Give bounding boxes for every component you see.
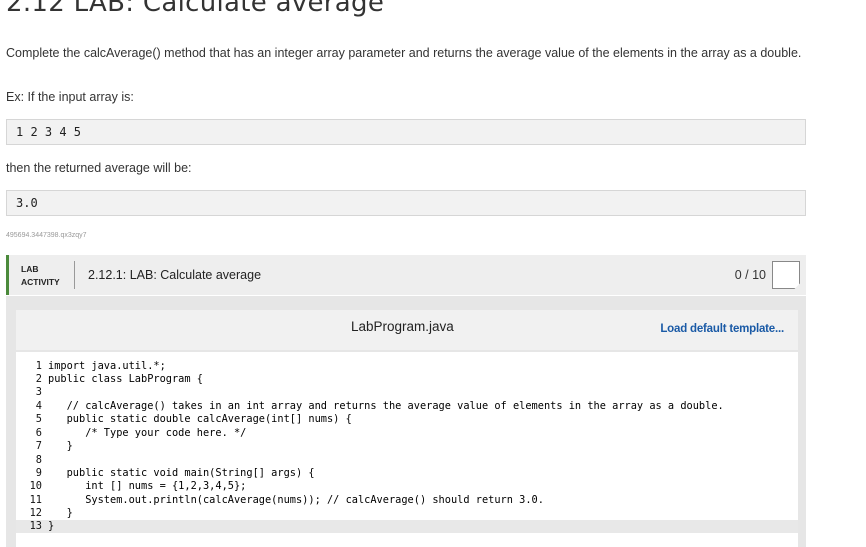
line-number: 9 (35, 467, 42, 479)
line-number: 10 (29, 480, 42, 492)
code-line[interactable]: 1 import java.util.*; (16, 360, 798, 373)
completion-badge-icon (772, 261, 800, 289)
code-line[interactable]: 3 (16, 386, 798, 399)
line-code: /* Type your code here. */ (48, 427, 247, 439)
line-code: // calcAverage() takes in an int array a… (48, 400, 724, 412)
then-label: then the returned average will be: (6, 161, 192, 175)
line-number: 4 (35, 400, 42, 412)
code-line[interactable]: 11 System.out.println(calcAverage(nums))… (16, 494, 798, 507)
line-code: } (48, 440, 73, 452)
code-line[interactable]: 6 /* Type your code here. */ (16, 427, 798, 440)
line-number: 5 (35, 413, 42, 425)
code-line[interactable]: 2 public class LabProgram { (16, 373, 798, 386)
page-title: 2.12 LAB: Calculate average (6, 0, 385, 18)
code-line[interactable]: 12 } (16, 507, 798, 520)
line-number: 7 (35, 440, 42, 452)
line-code: public static void main(String[] args) { (48, 467, 315, 479)
example-label: Ex: If the input array is: (6, 90, 134, 104)
line-number: 2 (35, 373, 42, 385)
line-number: 12 (29, 507, 42, 519)
tracking-id: 495694.3447398.qx3zqy7 (6, 232, 87, 239)
line-number: 6 (35, 427, 42, 439)
input-example-box: 1 2 3 4 5 (6, 119, 806, 145)
line-code: System.out.println(calcAverage(nums)); /… (48, 494, 544, 506)
lab-activity-header: LAB ACTIVITY 2.12.1: LAB: Calculate aver… (6, 255, 806, 295)
load-default-template-link[interactable]: Load default template... (660, 323, 784, 335)
line-code: } (48, 520, 55, 532)
line-code: import java.util.*; (48, 360, 166, 372)
activity-type-label: LAB ACTIVITY (21, 263, 60, 289)
code-line[interactable]: 10 int [] nums = {1,2,3,4,5}; (16, 480, 798, 493)
code-line[interactable]: 7 } (16, 440, 798, 453)
activity-divider (74, 261, 75, 289)
line-code: public static double calcAverage(int[] n… (48, 413, 352, 425)
line-number: 13 (29, 520, 42, 532)
line-code: public class LabProgram { (48, 373, 203, 385)
lab-editor-panel: LabProgram.java Load default template...… (6, 296, 806, 547)
activity-title: 2.12.1: LAB: Calculate average (88, 268, 262, 282)
code-line[interactable]: 9 public static void main(String[] args)… (16, 467, 798, 480)
code-line[interactable]: 8 (16, 454, 798, 467)
line-number: 1 (35, 360, 42, 372)
editor-toolbar: LabProgram.java Load default template... (16, 310, 798, 350)
editor-file-name: LabProgram.java (351, 319, 454, 334)
line-number: 3 (35, 386, 42, 398)
code-line[interactable]: 13} (16, 520, 798, 533)
code-line[interactable]: 5 public static double calcAverage(int[]… (16, 413, 798, 426)
line-number: 11 (29, 494, 42, 506)
code-editor[interactable]: 1 import java.util.*; 2 public class LabPro… (16, 352, 798, 547)
output-example-box: 3.0 (6, 190, 806, 216)
line-code: int [] nums = {1,2,3,4,5}; (48, 480, 247, 492)
activity-score: 0 / 10 (734, 268, 766, 282)
line-number: 8 (35, 454, 42, 466)
line-code: } (48, 507, 73, 519)
code-line[interactable]: 4 // calcAverage() takes in an int array… (16, 400, 798, 413)
activity-type-line2: ACTIVITY (21, 277, 60, 287)
activity-type-line1: LAB (21, 264, 39, 274)
lab-description: Complete the calcAverage() method that h… (6, 46, 802, 60)
